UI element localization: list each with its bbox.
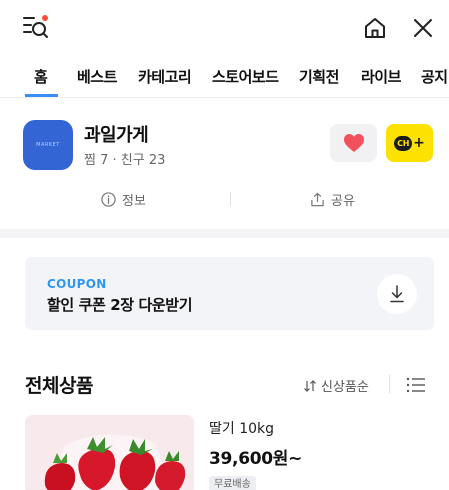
coupon-download-button[interactable] — [377, 274, 417, 314]
actions-divider — [230, 192, 231, 206]
info-icon — [101, 192, 116, 207]
share-icon — [311, 192, 324, 207]
share-button[interactable]: 공유 — [310, 190, 355, 209]
store-logo-text: MARKET — [36, 142, 60, 148]
store-meta: 찜 7 · 친구 23 — [84, 153, 166, 168]
heart-icon — [343, 134, 364, 152]
store-info-button[interactable]: 정보 — [101, 190, 146, 209]
tab-storeboard[interactable]: 스토어보드 — [212, 66, 279, 87]
coupon-text: 할인 쿠폰 2장 다운받기 — [47, 296, 193, 314]
tab-promotion[interactable]: 기획전 — [299, 66, 339, 87]
product-price: 39,600원~ — [209, 449, 303, 469]
sort-icon — [304, 379, 316, 392]
list-view-icon[interactable] — [406, 376, 426, 394]
coupon-banner[interactable]: COUPON 할인 쿠폰 2장 다운받기 — [25, 257, 434, 330]
tab-notice[interactable]: 공지 — [421, 66, 448, 87]
product-name[interactable]: 딸기 10kg — [209, 418, 274, 438]
free-shipping-badge: 무료배송 — [209, 476, 256, 490]
header-divider — [389, 375, 390, 393]
info-label: 정보 — [122, 194, 146, 209]
store-header: MARKET 과일가게 찜 7 · 친구 23 CH + 정보 공유 — [0, 100, 449, 227]
tab-home[interactable]: 홈 — [34, 66, 48, 87]
section-separator — [0, 229, 449, 238]
kakao-channel-icon: CH + — [394, 135, 425, 151]
product-image[interactable] — [25, 415, 194, 490]
sort-label: 신상품순 — [321, 380, 369, 395]
products-header: 전체상품 신상품순 — [0, 366, 449, 402]
share-label: 공유 — [331, 194, 355, 209]
favorite-button[interactable] — [330, 124, 377, 162]
store-tabs: 홈 베스트 카테고리 스토어보드 기획전 라이브 공지 — [0, 56, 449, 98]
tab-best[interactable]: 베스트 — [77, 66, 117, 87]
download-icon — [390, 285, 404, 303]
home-icon[interactable] — [363, 16, 387, 40]
menu-search-icon[interactable] — [22, 14, 50, 40]
top-bar — [0, 0, 449, 52]
channel-plus: + — [413, 135, 425, 151]
active-tab-indicator — [25, 94, 58, 97]
store-logo[interactable]: MARKET — [23, 120, 73, 170]
tab-category[interactable]: 카테고리 — [138, 66, 192, 87]
tab-live[interactable]: 라이브 — [361, 66, 401, 87]
strawberry-image — [25, 415, 194, 490]
channel-add-button[interactable]: CH + — [386, 124, 433, 162]
sort-dropdown[interactable]: 신상품순 — [303, 376, 369, 395]
coupon-label: COUPON — [47, 277, 107, 291]
channel-badge-text: CH — [394, 135, 413, 151]
products-title: 전체상품 — [25, 375, 93, 397]
close-icon[interactable] — [411, 16, 435, 40]
store-actions: 정보 공유 — [0, 188, 449, 212]
store-name: 과일가게 — [84, 125, 149, 146]
notification-dot — [42, 15, 48, 21]
